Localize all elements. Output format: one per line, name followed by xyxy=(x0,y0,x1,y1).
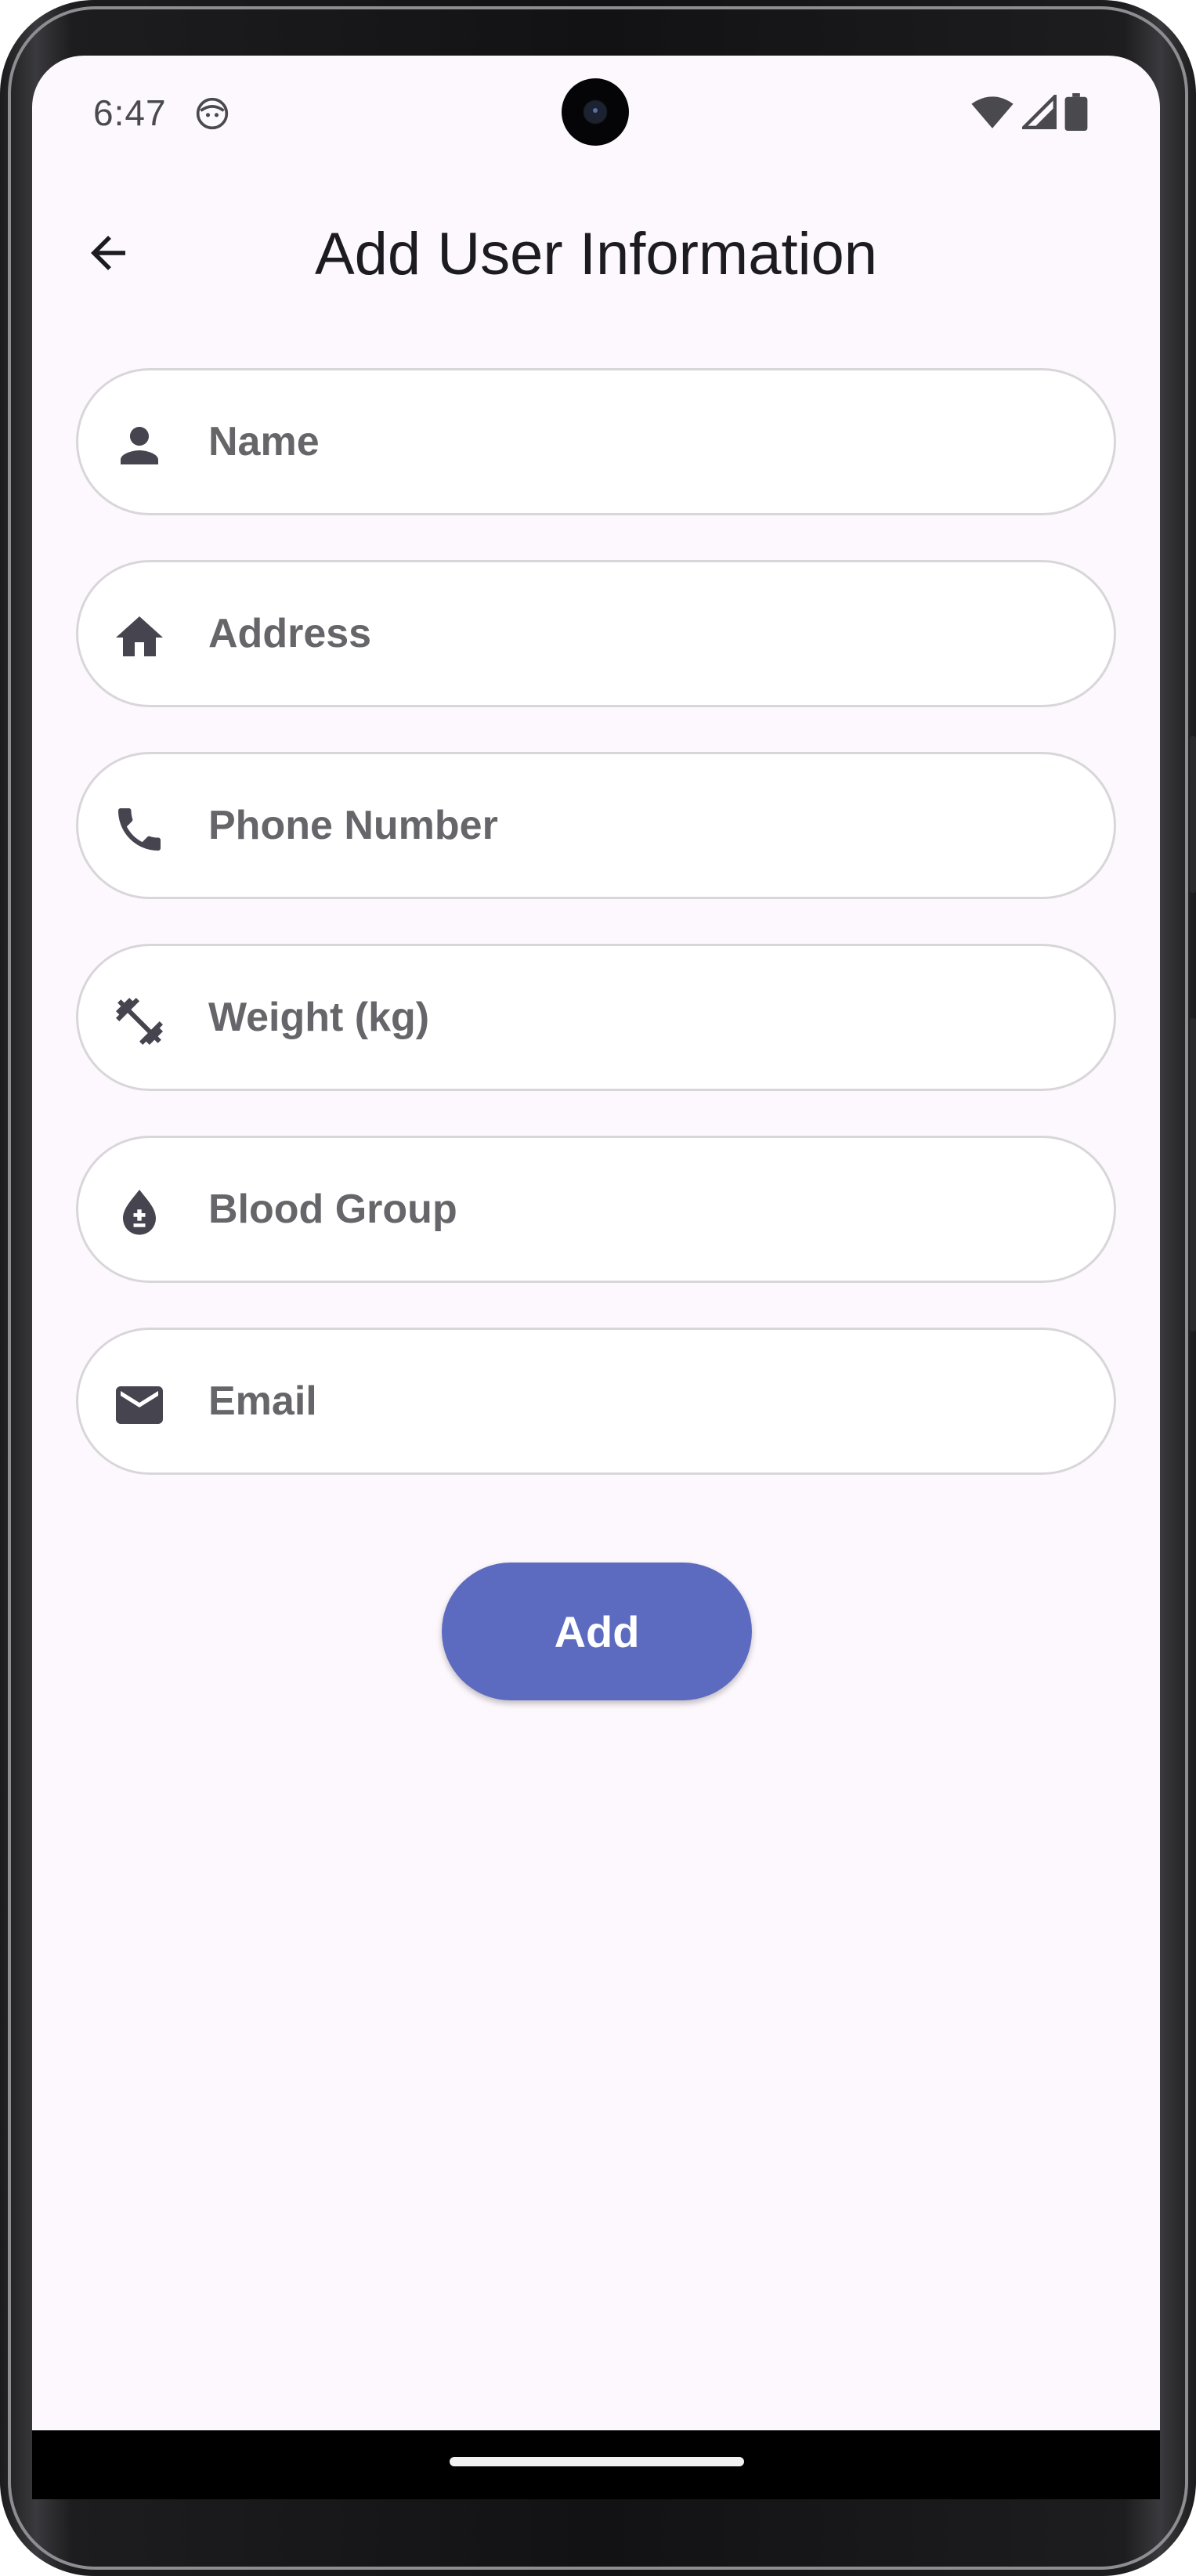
fitness-dumbbell-icon xyxy=(110,992,169,1051)
status-time: 6:47 xyxy=(93,92,167,133)
email-field-placeholder: Email xyxy=(208,1378,317,1424)
email-field[interactable]: Email xyxy=(76,1328,1116,1475)
address-field-placeholder: Address xyxy=(208,611,372,656)
blood-group-field-placeholder: Blood Group xyxy=(208,1187,457,1232)
front-camera xyxy=(562,78,629,146)
power-button xyxy=(1190,736,1196,893)
volume-button xyxy=(1190,1018,1196,1331)
app-bar: Add User Information xyxy=(32,197,1160,306)
blood-group-field[interactable]: Blood Group xyxy=(76,1136,1116,1283)
email-icon xyxy=(110,1375,169,1435)
name-field[interactable]: Name xyxy=(76,368,1116,515)
system-navigation-bar xyxy=(32,2430,1160,2499)
page-title: Add User Information xyxy=(314,221,878,287)
weight-field[interactable]: Weight (kg) xyxy=(76,944,1116,1091)
home-icon xyxy=(110,608,169,667)
home-indicator[interactable] xyxy=(450,2457,744,2466)
phone-frame: 6:47 Add User Information Name Address P… xyxy=(0,0,1196,2576)
address-field[interactable]: Address xyxy=(76,560,1116,707)
screen: 6:47 Add User Information Name Address P… xyxy=(32,56,1160,2499)
phone-number-field-placeholder: Phone Number xyxy=(208,803,498,848)
phone-icon xyxy=(110,800,169,859)
wifi-icon xyxy=(970,95,1014,133)
cellular-signal-icon xyxy=(1019,92,1057,133)
add-button[interactable]: Add xyxy=(442,1563,752,1700)
phone-number-field[interactable]: Phone Number xyxy=(76,752,1116,899)
name-field-placeholder: Name xyxy=(208,419,320,464)
weight-field-placeholder: Weight (kg) xyxy=(208,995,430,1040)
battery-icon xyxy=(1064,93,1088,135)
blood-drop-icon xyxy=(110,1183,169,1243)
status-icons xyxy=(970,92,1088,135)
android-face-icon xyxy=(195,96,229,131)
person-icon xyxy=(110,416,169,475)
